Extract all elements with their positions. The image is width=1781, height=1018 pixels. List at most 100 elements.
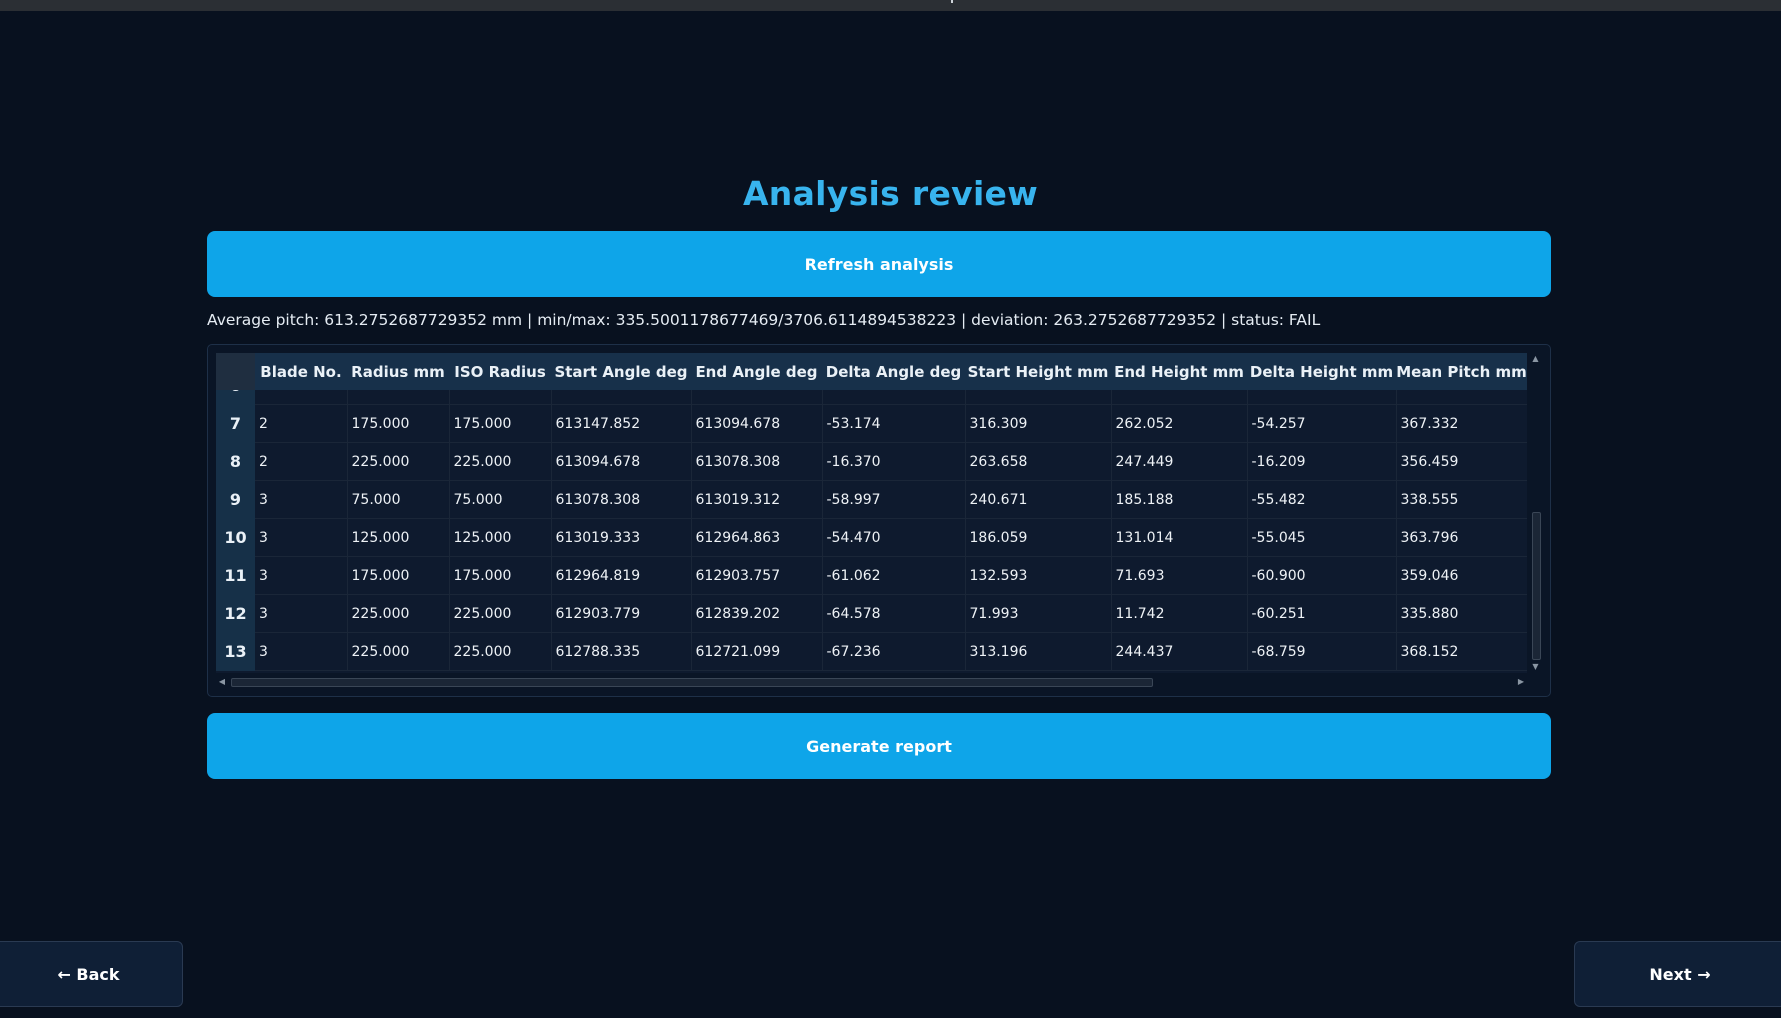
table-cell[interactable]: -68.759 [1247,632,1397,671]
table-cell[interactable]: 314.307 [1111,390,1248,405]
table-cell[interactable]: 3 [255,518,348,557]
column-header[interactable]: End Height mm [1111,353,1247,390]
refresh-analysis-button[interactable]: Refresh analysis [207,231,1551,297]
table-cell[interactable]: 125.000 [449,518,552,557]
table-cell[interactable]: 2 [255,442,348,481]
table-cell[interactable]: 225.000 [347,442,450,481]
triangle-down-icon[interactable]: ▼ [1529,661,1542,673]
table-cell[interactable]: 367.332 [1396,404,1527,443]
table-cell[interactable]: -60.251 [1247,594,1397,633]
table-cell[interactable]: 612721.099 [691,632,823,671]
vertical-scrollbar[interactable]: ▲ ▼ [1529,353,1542,673]
table-cell[interactable]: 2 [255,404,348,443]
table-cell[interactable]: 247.449 [1111,442,1248,481]
table-cell[interactable]: 338.555 [1396,480,1527,519]
horizontal-scroll-thumb[interactable] [231,678,1153,687]
table-cell[interactable]: 612903.779 [551,594,692,633]
table-cell[interactable]: 225.000 [449,442,552,481]
table-row[interactable]: 13 3 225.000 225.000 612788.335 612721.099 -67… [216,632,1527,671]
table-cell[interactable]: 3 [255,632,348,671]
horizontal-scrollbar[interactable]: ◀ ▶ [216,675,1527,688]
next-button[interactable]: Next → [1574,941,1781,1007]
table-cell[interactable]: -64.578 [822,594,966,633]
table-cell[interactable]: 71.693 [1111,556,1248,595]
table-row[interactable]: 12 3 225.000 225.000 612903.779 612839.202 -64… [216,594,1527,633]
table-cell[interactable]: 71.993 [965,594,1112,633]
table-body[interactable]: 62125.000125.000613182.766613147.832-34.… [216,390,1527,673]
table-cell[interactable]: 612964.863 [691,518,823,557]
vertical-scroll-thumb[interactable] [1532,512,1541,660]
table-cell[interactable]: 359.046 [1396,556,1527,595]
table-cell[interactable]: 613147.852 [551,404,692,443]
table-cell[interactable]: 186.059 [965,518,1112,557]
table-row[interactable]: 11 3 175.000 175.000 612964.819 612903.757 -61… [216,556,1527,595]
column-header[interactable]: ISO Radius [449,353,551,390]
table-cell[interactable]: 350.453 [965,390,1112,405]
table-cell[interactable]: 2 [255,390,348,405]
table-cell[interactable]: 225.000 [347,632,450,671]
table-cell[interactable]: -61.062 [822,556,966,595]
table-cell[interactable]: 185.188 [1111,480,1248,519]
table-cell[interactable]: -54.257 [1247,404,1397,443]
table-cell[interactable]: 313.196 [965,632,1112,671]
table-cell[interactable]: 613019.333 [551,518,692,557]
table-cell[interactable]: 316.309 [965,404,1112,443]
column-header[interactable]: Start Height mm [965,353,1111,390]
table-cell[interactable]: 131.014 [1111,518,1248,557]
table-cell[interactable]: -16.370 [822,442,966,481]
table-cell[interactable]: 612903.757 [691,556,823,595]
table-cell[interactable]: 11.742 [1111,594,1248,633]
table-cell[interactable]: 613094.678 [691,404,823,443]
table-cell[interactable]: 3 [255,480,348,519]
table-cell[interactable]: 613078.308 [691,442,823,481]
table-cell[interactable]: 356.459 [1396,442,1527,481]
table-cell[interactable]: 613182.766 [551,390,692,405]
table-cell[interactable]: -53.174 [822,404,966,443]
table-cell[interactable]: 368.152 [1396,632,1527,671]
column-header[interactable]: Start Angle deg [551,353,691,390]
table-cell[interactable]: -36.147 [1247,390,1397,405]
table-cell[interactable]: 363.796 [1396,518,1527,557]
table-cell[interactable]: 613019.312 [691,480,823,519]
table-cell[interactable]: 3 [255,594,348,633]
table-cell[interactable]: 125.000 [449,390,552,405]
triangle-right-icon[interactable]: ▶ [1515,675,1527,688]
table-cell[interactable]: 225.000 [449,594,552,633]
table-cell[interactable]: 132.593 [965,556,1112,595]
table-cell[interactable]: -67.236 [822,632,966,671]
column-header[interactable]: End Angle deg [691,353,822,390]
table-cell[interactable]: 613147.832 [691,390,823,405]
column-header[interactable]: Blade No. [255,353,347,390]
table-cell[interactable]: 612964.819 [551,556,692,595]
table-cell[interactable]: 262.052 [1111,404,1248,443]
table-cell[interactable]: 612839.202 [691,594,823,633]
table-cell[interactable]: 240.671 [965,480,1112,519]
table-cell[interactable]: -55.482 [1247,480,1397,519]
table-cell[interactable]: 175.000 [449,404,552,443]
column-header[interactable]: Delta Angle deg [822,353,965,390]
table-row[interactable]: 7 2 175.000 175.000 613147.852 613094.678 -53.… [216,404,1527,443]
table-cell[interactable]: 335.880 [1396,594,1527,633]
column-header[interactable]: Radius mm [347,353,449,390]
table-cell[interactable]: -58.997 [822,480,966,519]
triangle-up-icon[interactable]: ▲ [1529,353,1542,365]
table-cell[interactable]: 175.000 [347,404,450,443]
table-cell[interactable]: 612788.335 [551,632,692,671]
table-cell[interactable]: 75.000 [449,480,552,519]
table-cell[interactable]: 613094.678 [551,442,692,481]
table-row[interactable]: 8 2 225.000 225.000 613094.678 613078.308 -16.… [216,442,1527,481]
table-cell[interactable]: 125.000 [347,390,450,405]
table-cell[interactable]: 225.000 [347,594,450,633]
column-header[interactable]: Mean Pitch mm [1396,353,1527,390]
table-cell[interactable]: 225.000 [449,632,552,671]
table-cell[interactable]: -55.045 [1247,518,1397,557]
table-cell[interactable]: -34.915 [822,390,966,405]
table-cell[interactable]: 244.437 [1111,632,1248,671]
table-row[interactable]: 10 3 125.000 125.000 613019.333 612964.863 -54… [216,518,1527,557]
table-cell[interactable]: -16.209 [1247,442,1397,481]
column-header[interactable]: Delta Height mm [1247,353,1396,390]
table-row[interactable]: 9 3 75.000 75.000 613078.308 613019.312 -58.99… [216,480,1527,519]
table-cell[interactable]: -60.900 [1247,556,1397,595]
table-cell[interactable]: 613078.308 [551,480,692,519]
generate-report-button[interactable]: Generate report [207,713,1551,779]
